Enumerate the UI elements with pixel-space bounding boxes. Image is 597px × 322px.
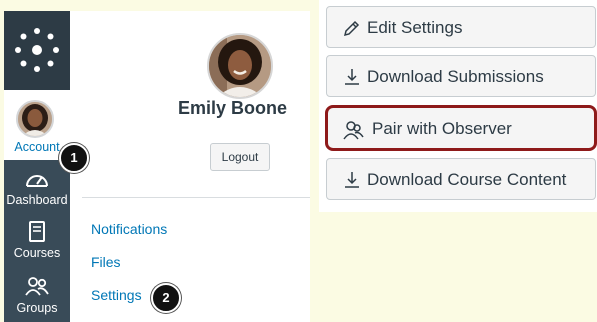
canvas-logo[interactable] — [4, 11, 70, 90]
pencil-icon — [343, 20, 360, 37]
account-tray: Emily Boone Logout Notifications Files S… — [70, 11, 310, 322]
download-icon — [345, 69, 359, 85]
profile-avatar — [207, 33, 273, 99]
nav-item-groups[interactable]: Groups — [4, 274, 74, 322]
download-course-content-label: Download Course Content — [367, 170, 567, 189]
nav-label-groups: Groups — [16, 301, 58, 315]
step-callout-1: 1 — [59, 143, 89, 173]
step-callout-2: 2 — [151, 283, 181, 313]
groups-icon — [25, 277, 49, 296]
download-icon — [345, 172, 359, 188]
observer-icon — [343, 121, 364, 140]
nav-item-courses[interactable]: Courses — [4, 219, 74, 271]
edit-settings-label: Edit Settings — [367, 18, 463, 37]
edit-settings-button[interactable]: Edit Settings — [326, 6, 596, 48]
notifications-link[interactable]: Notifications — [91, 221, 167, 237]
pair-with-observer-button[interactable]: Pair with Observer — [325, 105, 597, 151]
nav-label-courses: Courses — [13, 246, 61, 260]
global-navigation: Account Dashboard Courses Groups — [4, 11, 70, 322]
download-submissions-label: Download Submissions — [367, 67, 544, 86]
download-course-content-button[interactable]: Download Course Content — [326, 158, 596, 200]
user-name: Emily Boone — [178, 98, 288, 118]
download-submissions-button[interactable]: Download Submissions — [326, 55, 596, 97]
pair-with-observer-label: Pair with Observer — [372, 119, 512, 138]
account-tray-panel: Account Dashboard Courses Groups Emily B… — [4, 11, 310, 322]
logout-button[interactable]: Logout — [210, 143, 270, 171]
nav-label-dashboard: Dashboard — [6, 193, 68, 207]
settings-sidebar: Edit Settings Download Submissions Pair … — [319, 0, 597, 212]
courses-icon — [29, 221, 45, 242]
settings-link[interactable]: Settings — [91, 287, 142, 303]
divider — [82, 197, 310, 198]
nav-item-dashboard[interactable]: Dashboard — [4, 166, 74, 218]
files-link[interactable]: Files — [91, 254, 121, 270]
dashboard-icon — [26, 175, 48, 187]
avatar — [16, 100, 54, 138]
canvas-logo-icon — [15, 28, 59, 72]
